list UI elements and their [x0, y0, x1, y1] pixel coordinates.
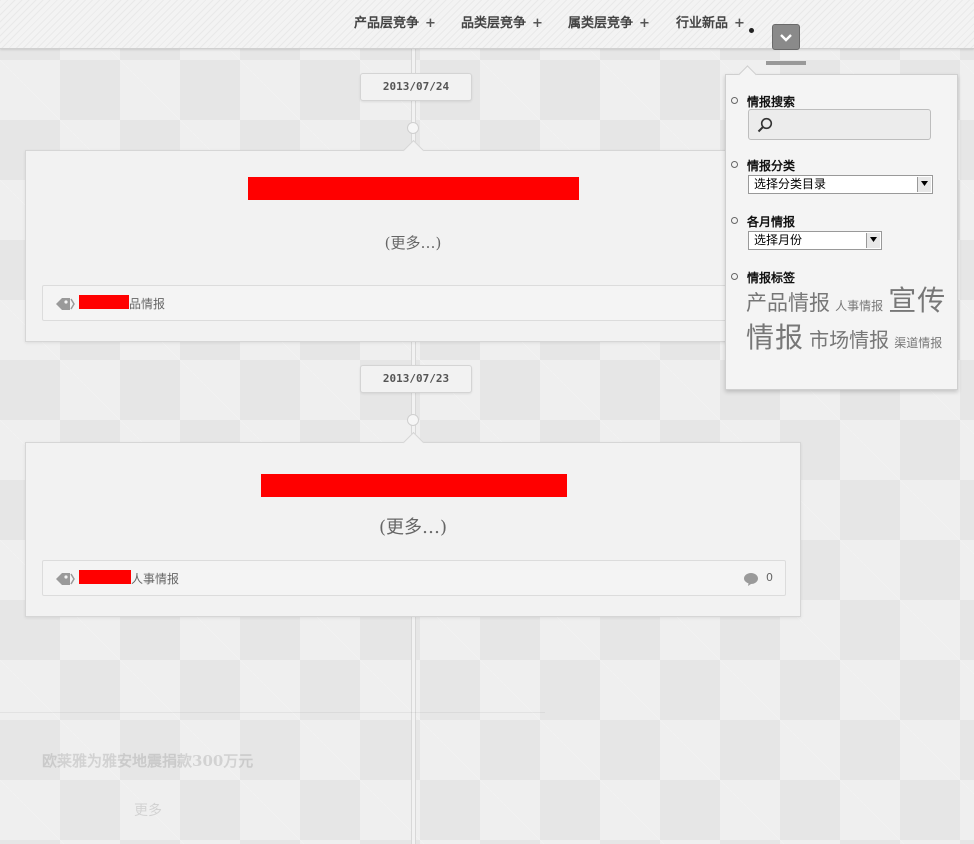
bullet-icon — [731, 161, 738, 168]
search-input[interactable] — [748, 109, 931, 140]
post-title-redacted[interactable] — [248, 177, 579, 200]
tag-cloud: 产品情报 人事情报 宣传情报 市场情报 渠道情报 — [746, 285, 951, 359]
post-footer: 人事情报 0 — [42, 560, 786, 596]
faded-post-title[interactable]: 欧莱雅为雅安地震捐款300万元 — [42, 750, 253, 771]
post-date: 2013/07/24 — [360, 73, 472, 101]
nav-item-product-competition[interactable]: 产品层竞争 + — [354, 12, 436, 31]
tag-icon — [56, 573, 75, 585]
read-more-link[interactable]: (更多…) — [26, 232, 800, 253]
timeline-node — [407, 414, 419, 426]
top-navigation-bar: 产品层竞争 + 品类层竞争 + 属类层竞争 + 行业新品 + — [0, 0, 974, 50]
comment-icon[interactable] — [743, 571, 759, 587]
card-pointer — [402, 431, 425, 454]
faded-divider — [0, 712, 545, 713]
bullet-icon — [731, 273, 738, 280]
faded-post-more-link[interactable]: 更多 — [134, 800, 162, 820]
nav-item-label: 产品层竞争 — [354, 16, 420, 31]
search-icon — [757, 117, 773, 133]
nav-item-category-competition[interactable]: 品类层竞争 + — [461, 12, 543, 31]
category-select-value: 选择分类目录 — [754, 177, 827, 191]
month-select[interactable]: 选择月份 — [748, 231, 882, 250]
plus-icon: + — [734, 16, 745, 31]
tag-link-label[interactable]: 品情报 — [129, 295, 165, 312]
tag-icon — [56, 298, 75, 310]
tags-heading: 情报标签 — [747, 271, 796, 285]
chevron-down-icon — [780, 34, 792, 42]
tag-cloud-item[interactable]: 渠道情报 — [894, 336, 942, 350]
plus-icon: + — [425, 16, 436, 31]
bullet-dot-icon — [749, 28, 754, 33]
sidebar-dropdown-panel: 情报搜索 情报分类 选择分类目录 各月情报 选择月份 情报标签 产品情报 人事情… — [725, 74, 958, 390]
select-arrow-button[interactable] — [866, 233, 880, 248]
plus-icon: + — [639, 16, 650, 31]
tag-link-redacted[interactable] — [79, 295, 129, 309]
menu-toggle-button[interactable] — [772, 24, 800, 50]
search-heading: 情报搜索 — [747, 95, 796, 109]
timeline-post-card: (更多…) 人事情报 0 — [25, 431, 801, 617]
triangle-down-icon — [870, 237, 877, 242]
menu-toggle-indicator — [766, 61, 806, 65]
post-title-redacted[interactable] — [261, 474, 567, 497]
card-pointer — [402, 139, 425, 162]
timeline-node — [407, 122, 419, 134]
tag-cloud-item[interactable]: 市场情报 — [809, 328, 889, 352]
bullet-icon — [731, 217, 738, 224]
nav-item-label: 行业新品 — [676, 16, 729, 31]
tag-link-redacted[interactable] — [79, 570, 131, 584]
comment-count[interactable]: 0 — [766, 571, 773, 584]
tag-cloud-item[interactable]: 人事情报 — [835, 299, 883, 313]
tag-cloud-item[interactable]: 产品情报 — [746, 291, 830, 315]
post-footer: 品情报 — [42, 285, 786, 321]
tag-link-label[interactable]: 人事情报 — [131, 570, 179, 587]
category-select[interactable]: 选择分类目录 — [748, 175, 933, 194]
post-date: 2013/07/23 — [360, 365, 472, 393]
plus-icon: + — [532, 16, 543, 31]
select-arrow-button[interactable] — [917, 177, 931, 192]
triangle-down-icon — [921, 181, 928, 186]
month-select-value: 选择月份 — [754, 233, 803, 247]
nav-item-label: 属类层竞争 — [568, 16, 634, 31]
nav-item-genus-competition[interactable]: 属类层竞争 + — [568, 12, 650, 31]
category-heading: 情报分类 — [747, 159, 796, 173]
nav-item-label: 品类层竞争 — [461, 16, 527, 31]
bullet-icon — [731, 97, 738, 104]
read-more-link[interactable]: (更多…) — [26, 513, 800, 539]
monthly-heading: 各月情报 — [747, 215, 796, 229]
nav-item-industry-new-products[interactable]: 行业新品 + — [676, 12, 745, 31]
timeline-post-card: (更多…) 品情报 — [25, 139, 801, 342]
